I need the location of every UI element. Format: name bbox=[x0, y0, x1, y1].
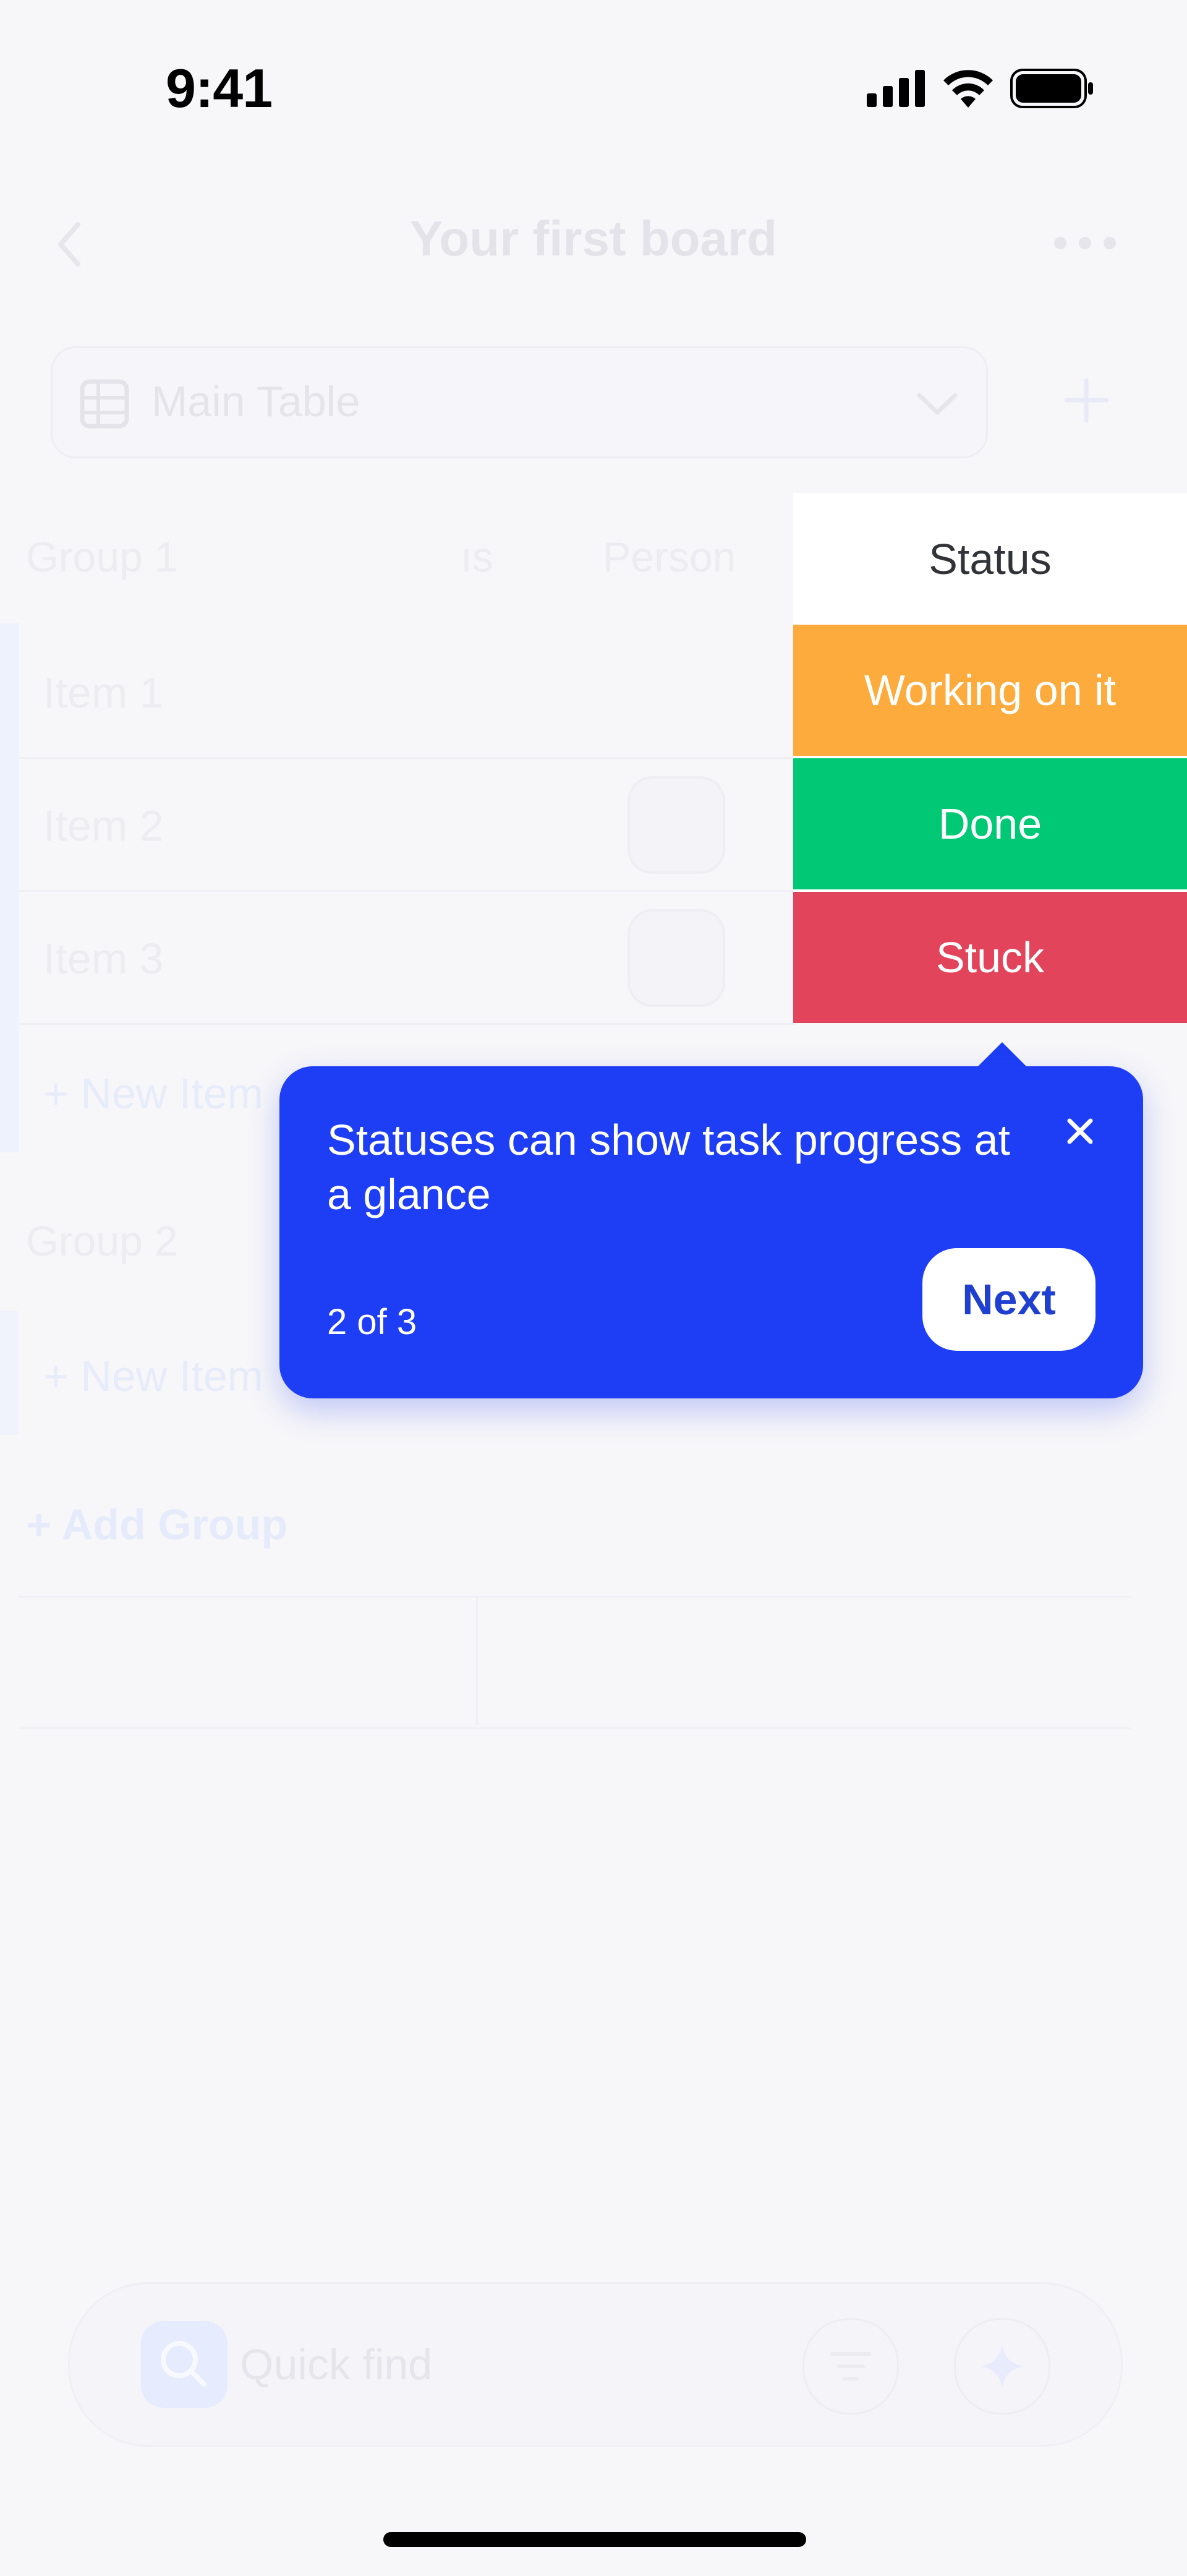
ai-assistant-button[interactable] bbox=[954, 2318, 1050, 2415]
summary-divider bbox=[476, 1596, 478, 1726]
add-group-button[interactable]: + Add Group bbox=[26, 1500, 287, 1549]
filter-icon bbox=[830, 2352, 871, 2381]
group1-color-bar bbox=[0, 623, 19, 1152]
battery-icon bbox=[1010, 69, 1093, 108]
status-bar: 9:41 bbox=[0, 0, 1187, 136]
add-view-button[interactable] bbox=[1039, 353, 1134, 448]
status-column-header: Status bbox=[793, 493, 1187, 625]
wifi-icon bbox=[943, 70, 993, 108]
summary-row bbox=[19, 1596, 1131, 1729]
person-avatar-icon[interactable] bbox=[628, 909, 725, 1007]
status-cell-done[interactable]: Done bbox=[793, 758, 1187, 892]
board-title: Your first board bbox=[409, 211, 778, 266]
view-name: Main Table bbox=[151, 377, 360, 426]
tooltip-step-counter: 2 of 3 bbox=[327, 1302, 417, 1342]
truncated-column-header: ıs bbox=[461, 534, 493, 581]
filter-button[interactable] bbox=[802, 2318, 899, 2415]
group1-new-item[interactable]: + New Item bbox=[43, 1069, 263, 1118]
table-row[interactable]: Item 1 bbox=[19, 625, 798, 759]
status-cell-stuck[interactable]: Stuck bbox=[793, 892, 1187, 1023]
item-name: Item 2 bbox=[43, 802, 164, 850]
home-indicator bbox=[383, 2532, 806, 2547]
ai-sparkle-icon bbox=[981, 2345, 1024, 2388]
more-options-button[interactable] bbox=[1051, 234, 1119, 252]
signal-icon bbox=[867, 70, 925, 107]
onboarding-tooltip: Statuses can show task progress at a gla… bbox=[279, 1066, 1143, 1398]
search-icon bbox=[161, 2341, 206, 2387]
person-avatar-icon[interactable] bbox=[628, 776, 725, 874]
tooltip-arrow bbox=[976, 1042, 1028, 1068]
more-dots-icon bbox=[1054, 237, 1116, 249]
back-button[interactable] bbox=[45, 213, 94, 275]
item-name: Item 3 bbox=[43, 935, 164, 983]
group2-new-item[interactable]: + New Item bbox=[43, 1351, 263, 1401]
view-selector[interactable]: Main Table bbox=[51, 346, 988, 458]
table-icon bbox=[80, 379, 129, 429]
plus-icon bbox=[1064, 378, 1109, 423]
status-time: 9:41 bbox=[166, 58, 273, 119]
person-column-header: Person bbox=[603, 534, 736, 581]
quick-find-input[interactable]: Quick find bbox=[240, 2340, 432, 2389]
status-icons bbox=[867, 67, 1094, 110]
search-button[interactable] bbox=[141, 2321, 228, 2408]
back-chevron-icon bbox=[58, 222, 80, 267]
tooltip-message: Statuses can show task progress at a gla… bbox=[327, 1116, 1010, 1218]
status-column-highlight: Status Working on it Done Stuck bbox=[793, 493, 1187, 1023]
bottom-toolbar: Quick find bbox=[68, 2282, 1123, 2447]
group2-color-bar bbox=[0, 1311, 19, 1435]
next-button[interactable]: Next bbox=[922, 1248, 1096, 1351]
table-row[interactable]: Item 3 bbox=[19, 891, 798, 1025]
close-button[interactable] bbox=[1058, 1110, 1102, 1153]
group1-header: Group 1 bbox=[26, 534, 178, 581]
close-icon bbox=[1067, 1118, 1093, 1144]
item-name: Item 1 bbox=[43, 669, 164, 717]
group2-header: Group 2 bbox=[26, 1218, 178, 1265]
table-row[interactable]: Item 2 bbox=[19, 758, 798, 892]
status-cell-working[interactable]: Working on it bbox=[793, 625, 1187, 758]
chevron-down-icon bbox=[917, 393, 958, 415]
